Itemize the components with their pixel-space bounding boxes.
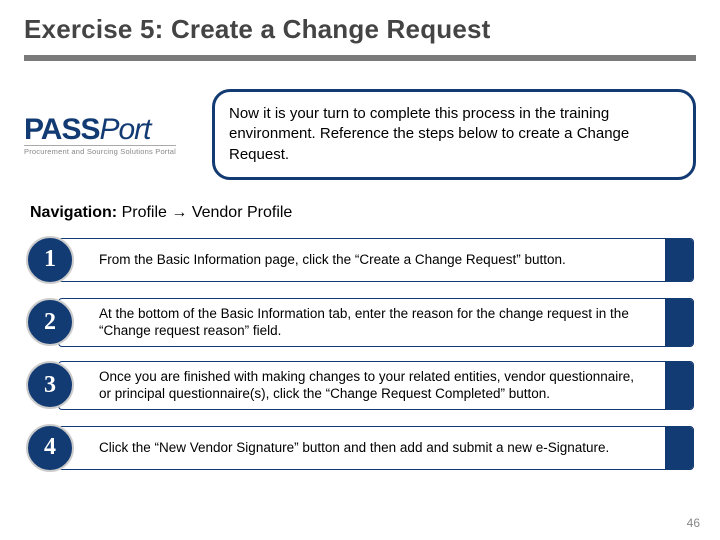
step-number-badge: 2	[26, 298, 74, 346]
step-text: At the bottom of the Basic Information t…	[99, 305, 675, 340]
step-text: Once you are finished with making change…	[99, 368, 675, 403]
step-bar: At the bottom of the Basic Information t…	[58, 298, 694, 347]
logo-text-port: Port	[99, 113, 150, 147]
step-item: 2 At the bottom of the Basic Information…	[26, 298, 694, 347]
slide: Exercise 5: Create a Change Request PASS…	[0, 0, 720, 540]
intro-row: PASSPort Procurement and Sourcing Soluti…	[24, 89, 696, 180]
navigation-label: Navigation:	[30, 204, 117, 221]
page-title: Exercise 5: Create a Change Request	[24, 14, 696, 45]
step-text: Click the “New Vendor Signature” button …	[99, 439, 645, 457]
intro-callout: Now it is your turn to complete this pro…	[212, 89, 696, 180]
logo-wordmark: PASSPort	[24, 113, 151, 147]
page-number: 46	[687, 516, 700, 530]
step-bar: From the Basic Information page, click t…	[58, 238, 694, 282]
logo-tagline: Procurement and Sourcing Solutions Porta…	[24, 145, 176, 156]
step-bar: Once you are finished with making change…	[58, 361, 694, 410]
navigation-path: Navigation: Profile → Vendor Profile	[30, 204, 696, 222]
step-item: 3 Once you are finished with making chan…	[26, 361, 694, 410]
step-list: 1 From the Basic Information page, click…	[24, 236, 696, 472]
logo-text-pass: PASS	[24, 113, 99, 147]
step-item: 4 Click the “New Vendor Signature” butto…	[26, 424, 694, 472]
step-text: From the Basic Information page, click t…	[99, 251, 602, 269]
passport-logo: PASSPort Procurement and Sourcing Soluti…	[24, 113, 194, 156]
step-number-badge: 4	[26, 424, 74, 472]
step-item: 1 From the Basic Information page, click…	[26, 236, 694, 284]
step-bar: Click the “New Vendor Signature” button …	[58, 426, 694, 470]
step-number-badge: 1	[26, 236, 74, 284]
navigation-value: Profile → Vendor Profile	[122, 204, 293, 221]
title-divider	[24, 55, 696, 61]
